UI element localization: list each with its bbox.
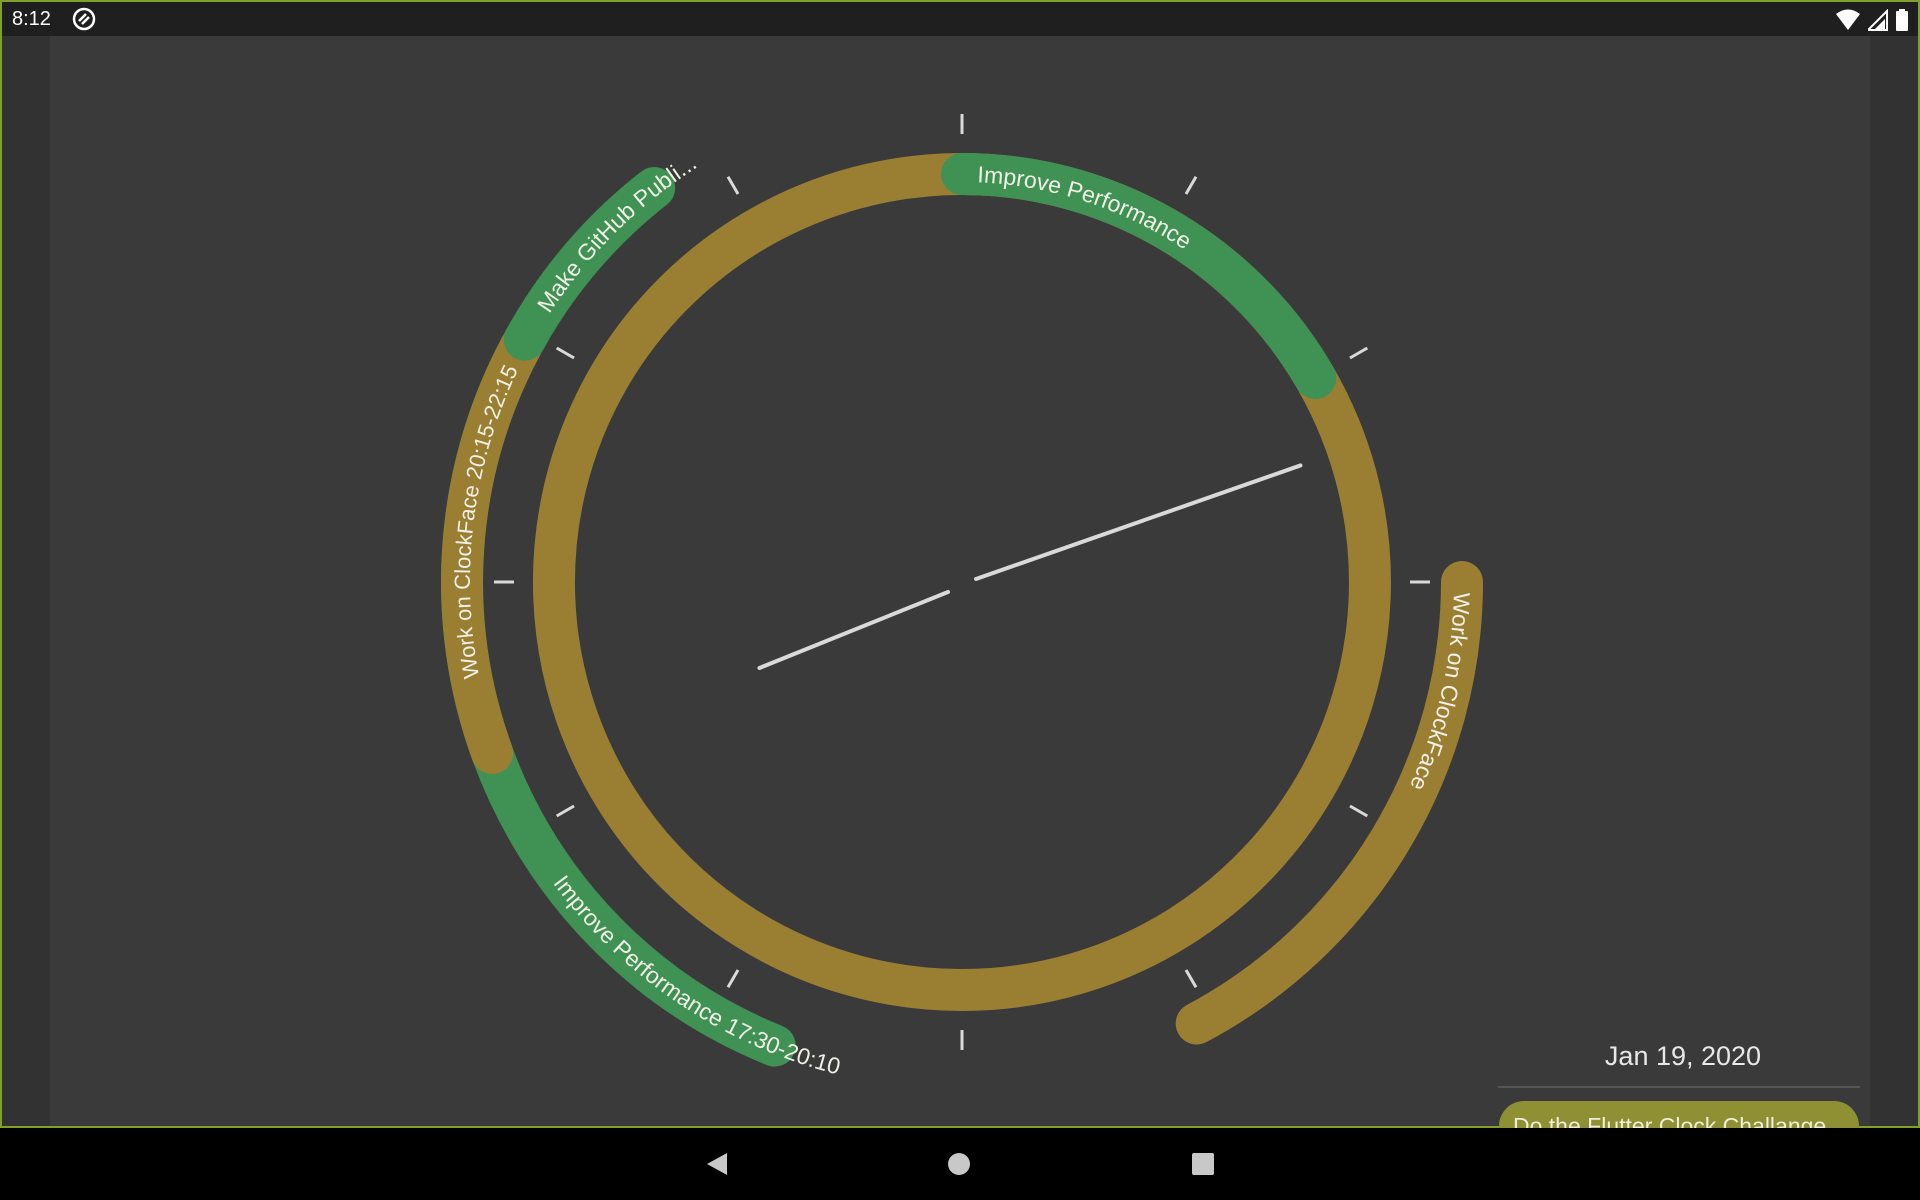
status-bar: 8:12 <box>0 0 1920 36</box>
agenda-clock-face: Improve PerformanceMake GitHub Publi...W… <box>441 114 1483 1079</box>
agenda-divider <box>1498 1086 1860 1088</box>
signal-icon <box>1868 9 1888 31</box>
navigation-bar <box>0 1128 1920 1200</box>
hour-tick <box>555 804 575 818</box>
hour-tick <box>1184 969 1198 989</box>
hour-tick <box>1349 346 1369 360</box>
home-icon[interactable] <box>945 1150 973 1178</box>
hour-tick <box>555 346 575 360</box>
hour-tick <box>726 969 740 989</box>
hour-hand <box>757 590 950 670</box>
app-frame: Improve Performance Make GitHub Publi... W… <box>0 36 1920 1151</box>
battery-icon <box>1896 9 1908 31</box>
recents-icon[interactable] <box>1189 1150 1217 1178</box>
agenda-date: Jan 19, 2020 <box>1604 1041 1762 1071</box>
hour-tick <box>1349 804 1369 818</box>
hour-tick <box>1184 175 1198 195</box>
status-time: 8:12 <box>12 8 51 30</box>
app-notification-icon <box>72 7 96 31</box>
wifi-icon <box>1836 9 1860 30</box>
back-icon[interactable] <box>703 1150 731 1178</box>
hour-tick <box>726 175 740 195</box>
minute-hand <box>974 463 1303 581</box>
